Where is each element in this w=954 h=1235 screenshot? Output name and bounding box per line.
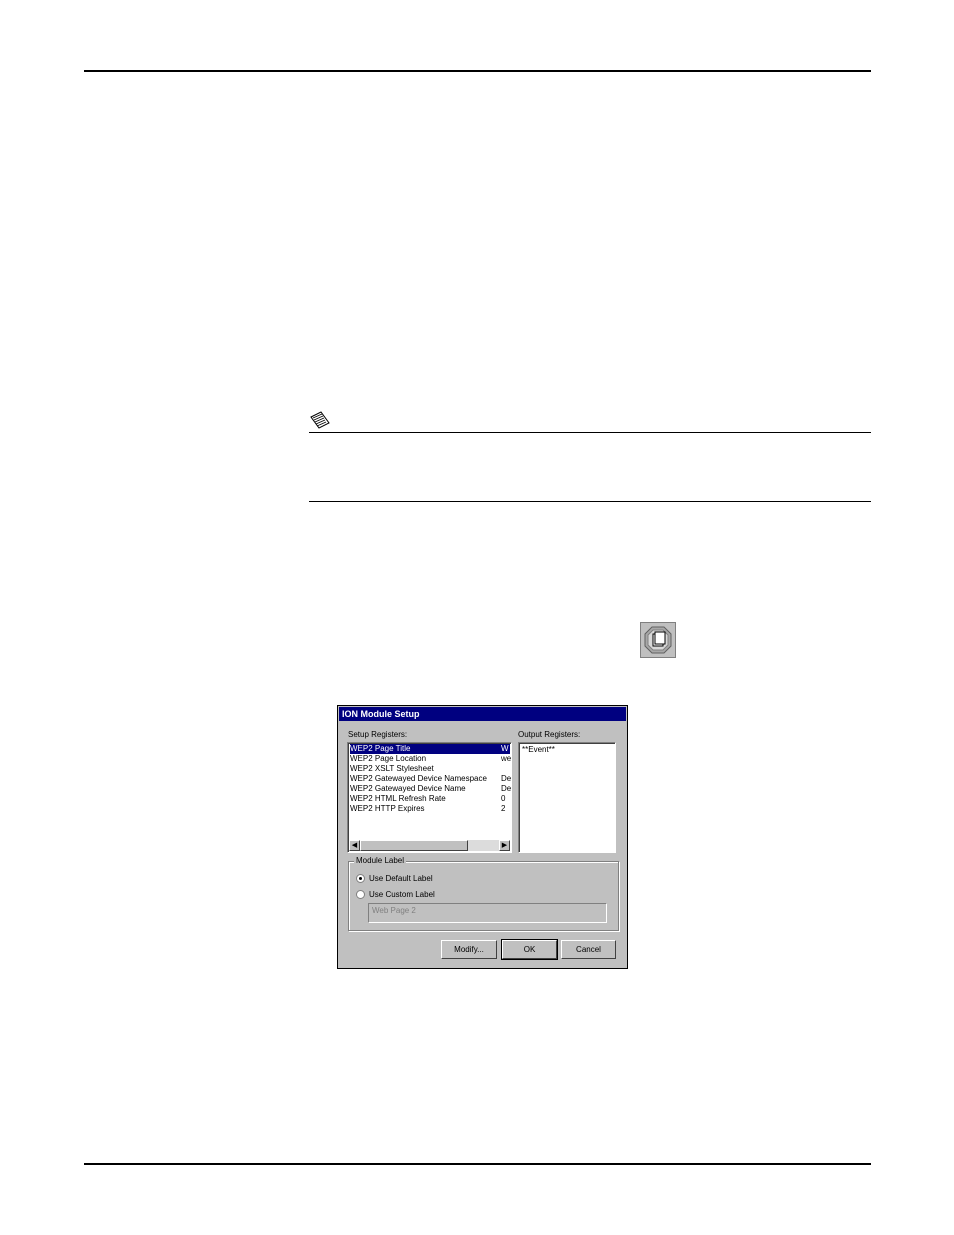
use-custom-label-radio[interactable] — [356, 890, 365, 899]
note-bottom-rule — [309, 501, 871, 502]
list-item[interactable]: WEP2 Page Title W — [350, 744, 510, 754]
modify-button[interactable]: Modify... — [441, 940, 497, 959]
output-registers-list[interactable]: **Event** — [518, 742, 616, 853]
use-custom-label-text[interactable]: Use Custom Label — [369, 890, 435, 899]
note-pad-icon — [310, 411, 330, 429]
scroll-thumb[interactable] — [360, 840, 468, 851]
footer-rule — [84, 1163, 871, 1165]
module-label-group-title: Module Label — [354, 856, 407, 866]
use-default-label-radio[interactable] — [356, 874, 365, 883]
setup-registers-list[interactable]: WEP2 Page Title W WEP2 Page Location we … — [347, 742, 512, 853]
use-default-label-text[interactable]: Use Default Label — [369, 874, 433, 883]
web-page-module-icon — [640, 622, 676, 658]
horizontal-scrollbar[interactable]: ◀ ▶ — [349, 840, 510, 851]
dialog-title[interactable]: ION Module Setup — [339, 707, 626, 721]
radio-selected-dot — [359, 877, 362, 880]
header-rule — [84, 70, 871, 72]
list-item[interactable]: **Event** — [522, 745, 555, 755]
custom-label-field[interactable]: Web Page 2 — [368, 903, 607, 923]
setup-registers-label: Setup Registers: — [348, 730, 408, 739]
scroll-right-icon[interactable]: ▶ — [499, 840, 510, 851]
scroll-left-icon[interactable]: ◀ — [349, 840, 360, 851]
cancel-button[interactable]: Cancel — [561, 940, 616, 959]
note-top-rule — [309, 432, 871, 433]
ok-button[interactable]: OK — [501, 939, 558, 960]
output-registers-label: Output Registers: — [518, 730, 581, 739]
